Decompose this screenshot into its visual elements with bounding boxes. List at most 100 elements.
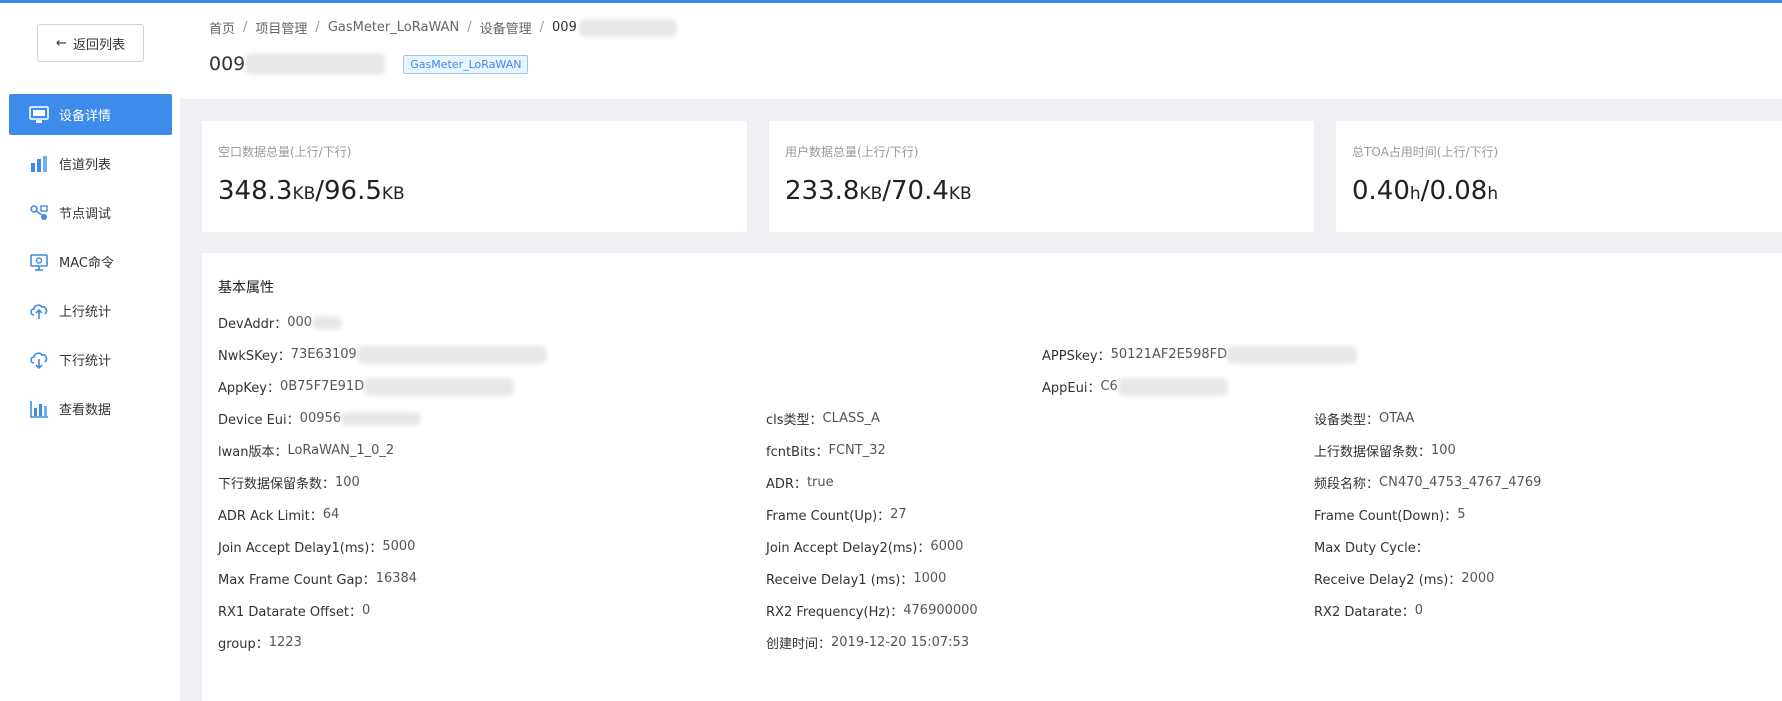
prop-key: 下行数据保留条数： (218, 477, 336, 492)
back-to-list-button[interactable]: ← 返回列表 (37, 24, 144, 62)
stat-card-air-data: 空口数据总量(上行/下行) 348.3KB/96.5KB (202, 121, 747, 232)
prop-key: Receive Delay1 (ms)： (766, 573, 914, 588)
prop-value: 0 (361, 603, 371, 618)
breadcrumb-project[interactable]: GasMeter_LoRaWAN (328, 20, 459, 35)
prop-value: OTAA (1379, 411, 1415, 426)
breadcrumb-separator: / (467, 20, 472, 35)
sidebar-menu: 设备详情 信道列表 节点调试 MAC命令 上行统计 下行统计 查看数据 (9, 94, 172, 437)
prop-value: FCNT_32 (828, 443, 886, 458)
prop-key: Max Duty Cycle： (1314, 541, 1429, 556)
prop-value: C6 (1100, 379, 1118, 394)
prop-key: 设备类型： (1314, 413, 1380, 428)
sidebar-item-node-debug[interactable]: 节点调试 (9, 192, 172, 233)
prop-key: 创建时间： (766, 637, 832, 652)
redacted-text (356, 345, 547, 364)
prop-appkey: AppKey： 0B75F7E91D (218, 377, 515, 396)
prop-key: Max Frame Count Gap： (218, 573, 376, 588)
main-content: 空口数据总量(上行/下行) 348.3KB/96.5KB 用户数据总量(上行/下… (180, 99, 1782, 701)
prop-key: Join Accept Delay1(ms)： (218, 541, 383, 556)
prop-key: NwkSKey： (218, 349, 291, 364)
prop-band-name: 频段名称： CN470_4753_4767_4769 (1314, 473, 1541, 492)
sidebar-item-label: 设备详情 (59, 109, 112, 124)
prop-key: Frame Count(Down)： (1314, 509, 1458, 524)
stat-up-value: 233.8 (785, 176, 860, 206)
breadcrumb-home[interactable]: 首页 (209, 18, 235, 37)
prop-value: 0B75F7E91D (279, 379, 365, 394)
prop-key: Frame Count(Up)： (766, 509, 891, 524)
redacted-text (341, 411, 422, 426)
prop-value: 000 (287, 315, 313, 330)
prop-rx2-frequency: RX2 Frequency(Hz)： 476900000 (766, 601, 978, 620)
prop-created-time: 创建时间： 2019-12-20 15:07:53 (766, 633, 969, 652)
stat-unit: KB (292, 184, 316, 204)
prop-value: 1000 (913, 571, 947, 586)
redacted-text (1117, 377, 1228, 396)
prop-value: 6000 (930, 539, 964, 554)
stat-unit: KB (948, 184, 972, 204)
prop-key: AppEui： (1042, 381, 1101, 396)
prop-appskey: APPSkey： 50121AF2E598FD (1042, 345, 1358, 364)
prop-join-accept-delay2: Join Accept Delay2(ms)： 6000 (766, 537, 963, 556)
sidebar-item-device-details[interactable]: 设备详情 (9, 94, 172, 135)
prop-device-type: 设备类型： OTAA (1314, 409, 1414, 428)
prop-key: ADR： (766, 477, 807, 492)
prop-key: Join Accept Delay2(ms)： (766, 541, 931, 556)
prop-key: lwan版本： (218, 445, 288, 460)
stat-card-toa-time: 总TOA占用时间(上行/下行) 0.40h/0.08h (1336, 121, 1782, 232)
prop-max-frame-count-gap: Max Frame Count Gap： 16384 (218, 569, 417, 588)
prop-value: 64 (322, 507, 340, 522)
stat-label: 总TOA占用时间(上行/下行) (1352, 145, 1499, 159)
redacted-text (364, 377, 515, 396)
prop-key: ADR Ack Limit： (218, 509, 323, 524)
prop-uplink-keep-count: 上行数据保留条数： 100 (1314, 441, 1456, 460)
sidebar-item-mac-command[interactable]: MAC命令 (9, 241, 172, 282)
prop-value: 2019-12-20 15:07:53 (831, 635, 970, 650)
prop-key: cls类型： (766, 413, 823, 428)
prop-value: true (806, 475, 834, 490)
sidebar-item-view-data[interactable]: 查看数据 (9, 388, 172, 429)
stat-down-value: 70.4 (891, 176, 949, 206)
stat-value: 233.8KB/70.4KB (785, 176, 1298, 206)
breadcrumb: 首页 / 项目管理 / GasMeter_LoRaWAN / 设备管理 / 00… (209, 18, 677, 37)
prop-receive-delay2: Receive Delay2 (ms)： 2000 (1314, 569, 1494, 588)
mac-command-icon (29, 253, 49, 271)
prop-rx1-datarate-offset: RX1 Datarate Offset： 0 (218, 601, 370, 620)
breadcrumb-separator: / (539, 20, 545, 35)
prop-cls-type: cls类型： CLASS_A (766, 409, 880, 428)
prop-value: 50121AF2E598FD (1110, 347, 1228, 362)
prop-max-duty-cycle: Max Duty Cycle： (1314, 537, 1429, 556)
sidebar-item-label: 下行统计 (59, 354, 112, 369)
page-header: 首页 / 项目管理 / GasMeter_LoRaWAN / 设备管理 / 00… (180, 3, 1782, 99)
prop-fcnt-bits: fcntBits： FCNT_32 (766, 441, 886, 460)
device-name: 009 (209, 53, 246, 75)
back-button-label: 返回列表 (72, 37, 125, 53)
prop-devaddr: DevAddr： 000 (218, 313, 343, 332)
sidebar-item-channel-list[interactable]: 信道列表 (9, 143, 172, 184)
stat-label: 空口数据总量(上行/下行) (218, 145, 352, 159)
prop-value: 27 (890, 507, 907, 522)
sidebar: ← 返回列表 设备详情 信道列表 节点调试 MAC命令 上行统计 下行统计 查看… (0, 3, 180, 701)
sidebar-item-uplink-stats[interactable]: 上行统计 (9, 290, 172, 331)
prop-key: fcntBits： (766, 445, 829, 460)
node-debug-icon (29, 204, 49, 222)
sidebar-item-label: MAC命令 (59, 256, 114, 271)
stat-unit: KB (381, 184, 405, 204)
prop-frame-count-up: Frame Count(Up)： 27 (766, 505, 907, 524)
prop-receive-delay1: Receive Delay1 (ms)： 1000 (766, 569, 946, 588)
prop-key: 上行数据保留条数： (1314, 445, 1432, 460)
breadcrumb-project-management[interactable]: 项目管理 (255, 18, 307, 37)
prop-join-accept-delay1: Join Accept Delay1(ms)： 5000 (218, 537, 415, 556)
prop-value: 00956 (299, 411, 342, 426)
prop-value: CN470_4753_4767_4769 (1379, 475, 1542, 490)
stat-separator: / (882, 176, 892, 206)
prop-value: 476900000 (903, 603, 978, 618)
stat-up-value: 0.40 (1352, 176, 1410, 206)
prop-group: group： 1223 (218, 633, 302, 652)
redacted-text (578, 18, 677, 37)
prop-frame-count-down: Frame Count(Down)： 5 (1314, 505, 1466, 524)
prop-value: CLASS_A (822, 411, 880, 426)
sidebar-item-downlink-stats[interactable]: 下行统计 (9, 339, 172, 380)
prop-appeui: AppEui： C6 (1042, 377, 1228, 396)
breadcrumb-device-management[interactable]: 设备管理 (480, 18, 532, 37)
prop-value: 5000 (382, 539, 416, 554)
